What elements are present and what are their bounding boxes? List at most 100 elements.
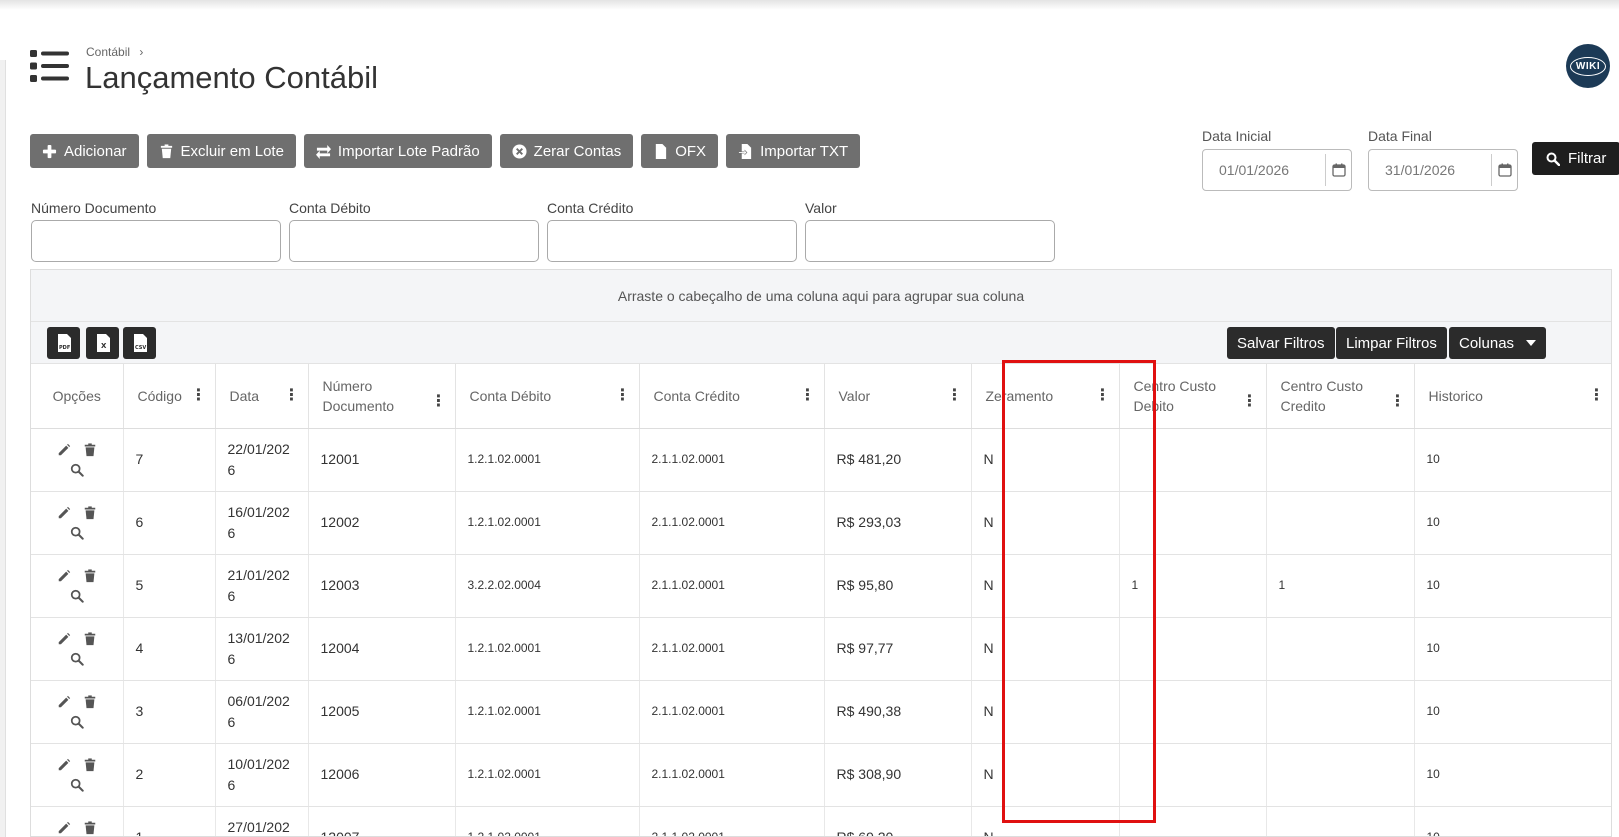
cell-historico: 10: [1414, 428, 1611, 492]
column-menu-icon[interactable]: ⋮: [800, 387, 816, 404]
trash-icon[interactable]: [83, 694, 97, 709]
edit-pencil-icon[interactable]: [57, 821, 71, 835]
calendar-icon[interactable]: [1491, 154, 1517, 186]
column-header-conta-credito[interactable]: Conta Crédito ⋮: [639, 364, 825, 429]
search-icon[interactable]: [70, 778, 84, 792]
table-row[interactable]: 6 16/01/2026 12002 1.2.1.02.0001 2.1.1.0…: [31, 491, 1611, 555]
column-menu-icon[interactable]: ⋮: [191, 387, 207, 404]
cell-centro-custo-debito: [1119, 743, 1267, 807]
start-date-input[interactable]: 01/01/2026: [1202, 149, 1352, 191]
wiki-button[interactable]: WIKI: [1566, 44, 1610, 88]
column-menu-icon[interactable]: ⋮: [615, 387, 631, 404]
cell-conta-debito: 1.2.1.02.0001: [455, 680, 640, 744]
column-menu-icon[interactable]: ⋮: [1390, 394, 1406, 410]
column-header-valor[interactable]: Valor ⋮: [824, 364, 972, 429]
export-csv-button[interactable]: CSV: [123, 327, 156, 359]
cell-centro-custo-credito: [1266, 491, 1415, 555]
column-header-data[interactable]: Data ⋮: [215, 364, 309, 429]
search-icon[interactable]: [70, 463, 84, 477]
column-header-codigo[interactable]: Código ⋮: [123, 364, 216, 429]
export-pdf-button[interactable]: PDF: [47, 327, 80, 359]
column-menu-icon[interactable]: ⋮: [1242, 394, 1258, 410]
trash-icon[interactable]: [83, 568, 97, 583]
table-row[interactable]: 1 27/01/2026 12007 1.2.1.02.0001 2.1.1.0…: [31, 806, 1611, 836]
column-menu-icon[interactable]: ⋮: [947, 387, 963, 404]
table-row[interactable]: 5 21/01/2026 12003 3.2.2.02.0004 2.1.1.0…: [31, 554, 1611, 618]
column-header-historico[interactable]: Historico ⋮: [1414, 364, 1611, 429]
svg-text:CSV: CSV: [135, 345, 146, 351]
start-date-value: 01/01/2026: [1219, 162, 1290, 178]
edit-pencil-icon[interactable]: [57, 758, 71, 772]
search-icon[interactable]: [70, 526, 84, 540]
search-icon[interactable]: [70, 589, 84, 603]
trash-icon: [160, 143, 172, 158]
cell-data: 10/01/2026: [215, 743, 309, 807]
edit-pencil-icon[interactable]: [57, 695, 71, 709]
cell-centro-custo-debito: [1119, 491, 1267, 555]
column-header-zeramento[interactable]: Zeramento ⋮: [971, 364, 1120, 429]
cell-numero-documento: 12007: [308, 806, 456, 836]
save-filters-button[interactable]: Salvar Filtros: [1227, 327, 1335, 359]
conta-credito-input[interactable]: [547, 220, 797, 262]
table-row[interactable]: 2 10/01/2026 12006 1.2.1.02.0001 2.1.1.0…: [31, 743, 1611, 807]
delete-batch-button[interactable]: Excluir em Lote: [146, 134, 296, 168]
import-standard-button[interactable]: Importar Lote Padrão: [303, 134, 492, 168]
ofx-button-label: OFX: [675, 142, 707, 160]
trash-icon[interactable]: [83, 505, 97, 520]
trash-icon[interactable]: [83, 442, 97, 457]
columns-dropdown[interactable]: Colunas: [1449, 327, 1546, 359]
breadcrumb: Contábil ›: [86, 45, 143, 59]
edit-pencil-icon[interactable]: [57, 443, 71, 457]
edit-pencil-icon[interactable]: [57, 506, 71, 520]
list-menu-icon[interactable]: [30, 48, 72, 84]
cell-zeramento: N: [971, 806, 1120, 836]
breadcrumb-contabil[interactable]: Contábil: [86, 45, 130, 59]
conta-debito-label: Conta Débito: [289, 200, 371, 216]
search-icon[interactable]: [70, 652, 84, 666]
cell-data: 22/01/2026: [215, 428, 309, 492]
reset-accounts-button[interactable]: Zerar Contas: [499, 134, 634, 168]
trash-icon[interactable]: [83, 757, 97, 772]
conta-debito-input[interactable]: [289, 220, 539, 262]
import-txt-button[interactable]: Importar TXT: [726, 134, 861, 168]
filter-button[interactable]: Filtrar: [1532, 142, 1619, 175]
column-menu-icon[interactable]: ⋮: [431, 394, 447, 410]
valor-input[interactable]: [805, 220, 1055, 262]
column-header-conta-debito[interactable]: Conta Débito ⋮: [455, 364, 640, 429]
column-header-centro-custo-debito[interactable]: Centro Custo Debito ⋮: [1119, 364, 1267, 429]
entries-table: Opções Código ⋮ Data ⋮ Número Documento ⋮ C…: [31, 364, 1611, 836]
numero-documento-input[interactable]: [31, 220, 281, 262]
column-menu-icon[interactable]: ⋮: [1589, 387, 1605, 404]
cell-centro-custo-debito: 1: [1119, 554, 1267, 618]
cell-data: 21/01/2026: [215, 554, 309, 618]
group-panel[interactable]: Arraste o cabeçalho de uma coluna aqui p…: [31, 270, 1611, 322]
caret-down-icon: [1526, 340, 1536, 346]
export-excel-button[interactable]: X: [86, 327, 119, 359]
end-date-group: Data Final 31/01/2026: [1368, 128, 1518, 191]
column-menu-icon[interactable]: ⋮: [284, 387, 300, 404]
cell-numero-documento: 12002: [308, 491, 456, 555]
table-row[interactable]: 4 13/01/2026 12004 1.2.1.02.0001 2.1.1.0…: [31, 617, 1611, 681]
search-icon[interactable]: [70, 715, 84, 729]
filter-button-label: Filtrar: [1568, 150, 1607, 167]
column-header-numero-documento-label: Número Documento: [322, 377, 395, 414]
clear-filters-button[interactable]: Limpar Filtros: [1336, 327, 1447, 359]
breadcrumb-separator: ›: [139, 45, 144, 59]
csv-file-icon: CSV: [133, 334, 147, 352]
column-header-centro-custo-credito[interactable]: Centro Custo Credito ⋮: [1266, 364, 1415, 429]
end-date-input[interactable]: 31/01/2026: [1368, 149, 1518, 191]
table-row[interactable]: 7 22/01/2026 12001 1.2.1.02.0001 2.1.1.0…: [31, 428, 1611, 492]
column-header-numero-documento[interactable]: Número Documento ⋮: [308, 364, 456, 429]
cell-valor: R$ 490,38: [824, 680, 972, 744]
trash-icon[interactable]: [83, 631, 97, 646]
ofx-button[interactable]: OFX: [641, 134, 719, 168]
table-row[interactable]: 3 06/01/2026 12005 1.2.1.02.0001 2.1.1.0…: [31, 680, 1611, 744]
column-menu-icon[interactable]: ⋮: [1095, 387, 1111, 404]
column-header-centro-custo-credito-label: Centro Custo Credito: [1280, 377, 1363, 414]
add-button[interactable]: Adicionar: [30, 134, 139, 168]
trash-icon[interactable]: [83, 820, 97, 835]
edit-pencil-icon[interactable]: [57, 569, 71, 583]
calendar-icon[interactable]: [1325, 154, 1351, 186]
group-panel-hint: Arraste o cabeçalho de uma coluna aqui p…: [617, 287, 1025, 304]
edit-pencil-icon[interactable]: [57, 632, 71, 646]
